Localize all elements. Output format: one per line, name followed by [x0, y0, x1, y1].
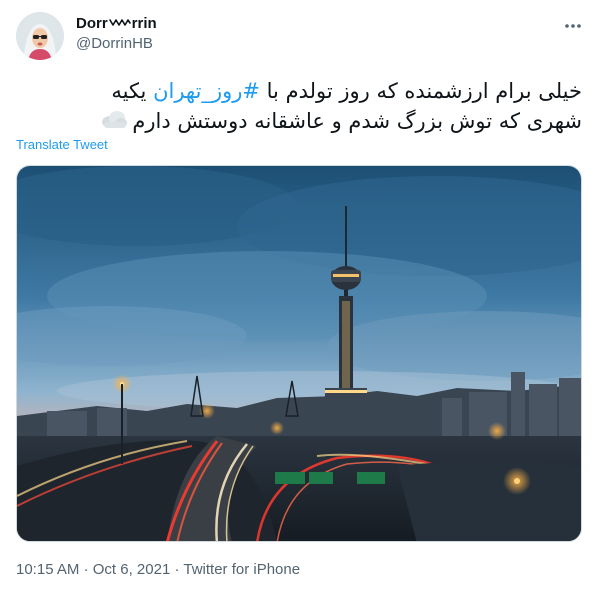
tweet-source[interactable]: Twitter for iPhone: [183, 561, 300, 578]
tweet-date[interactable]: Oct 6, 2021: [93, 561, 171, 578]
tweet-text-line2: شهری که توش بزرگ شدم و عاشقانه دوستش دار…: [132, 109, 582, 133]
display-name-prefix: Dorr: [76, 15, 108, 32]
tweet-card: Dorr rrin @DorrinHB خیلی برام ارزشمنده ک…: [0, 0, 598, 591]
avatar-image: [16, 12, 64, 60]
tweet-text-start: خیلی برام ارزشمنده که روز تولدم با: [259, 79, 582, 103]
meta-separator: ·: [170, 561, 184, 578]
tweet-line-1: خیلی برام ارزشمنده که روز تولدم با #روز_…: [16, 76, 582, 106]
tweet-text: خیلی برام ارزشمنده که روز تولدم با #روز_…: [16, 76, 582, 137]
avatar[interactable]: [16, 12, 64, 60]
user-info[interactable]: Dorr rrin @DorrinHB: [76, 14, 157, 54]
translate-tweet-link[interactable]: Translate Tweet: [16, 137, 108, 152]
tweet-text-end: یکیه: [111, 79, 154, 103]
hashtag-link[interactable]: #روز_تهران: [153, 79, 260, 103]
display-name[interactable]: Dorr rrin: [76, 14, 157, 34]
meta-separator: ·: [79, 561, 93, 578]
tweet-time[interactable]: 10:15 AM: [16, 561, 79, 578]
tehran-milad-tower-photo: [17, 166, 581, 541]
display-name-suffix: rrin: [131, 15, 157, 32]
more-icon[interactable]: [562, 16, 584, 36]
wave-emoji-icon: [108, 14, 131, 34]
tweet-photo[interactable]: [16, 165, 582, 542]
user-handle[interactable]: @DorrinHB: [76, 34, 157, 54]
tweet-meta: 10:15 AM · Oct 6, 2021 · Twitter for iPh…: [16, 561, 300, 578]
cloud-emoji-icon: [100, 107, 128, 137]
tweet-line-2: شهری که توش بزرگ شدم و عاشقانه دوستش دار…: [16, 106, 582, 137]
